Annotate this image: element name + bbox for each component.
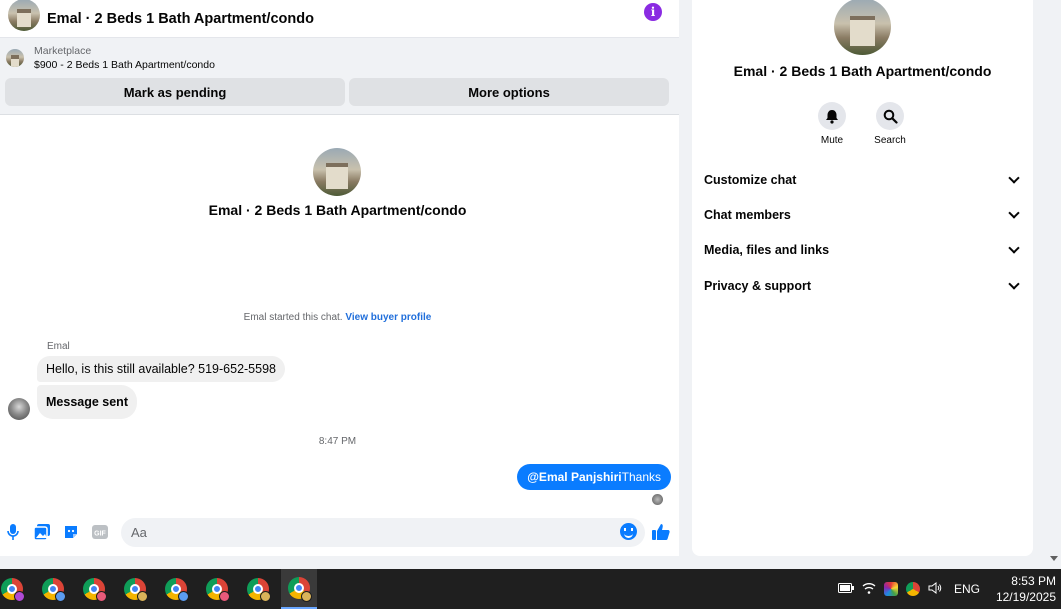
info-avatar[interactable] <box>834 0 891 55</box>
system-clock[interactable]: 8:53 PM 12/19/2025 <box>986 573 1056 605</box>
profile-badge <box>96 591 107 602</box>
system-tray: ENG <box>838 569 980 609</box>
listing-price-title[interactable]: $900 - 2 Beds 1 Bath Apartment/condo <box>34 58 215 72</box>
search-action[interactable]: Search <box>865 102 915 146</box>
outgoing-text: Thanks <box>621 470 661 484</box>
thread-avatar <box>313 148 361 196</box>
profile-badge <box>178 591 189 602</box>
thread-title: Emal · 2 Beds 1 Bath Apartment/condo <box>208 202 467 218</box>
scroll-down-arrow[interactable] <box>1050 556 1058 561</box>
chrome-tray-icon[interactable] <box>906 582 920 596</box>
chat-header: Emal · 2 Beds 1 Bath Apartment/condo i <box>0 0 679 38</box>
image-icon[interactable] <box>34 524 50 540</box>
wifi-icon[interactable] <box>862 582 876 597</box>
taskbar-chrome-app[interactable] <box>76 569 112 609</box>
microphone-icon[interactable] <box>5 524 21 540</box>
message-input[interactable]: Aa <box>121 518 645 547</box>
taskbar-chrome-app[interactable] <box>158 569 194 609</box>
chat-panel: Emal · 2 Beds 1 Bath Apartment/condo i M… <box>0 0 679 556</box>
chevron-down-icon[interactable] <box>1008 242 1020 254</box>
profile-badge <box>301 591 312 602</box>
gif-icon[interactable]: GIF <box>92 524 108 540</box>
chevron-down-icon[interactable] <box>1008 207 1020 219</box>
section-media-files-links[interactable]: Media, files and links <box>704 240 1022 260</box>
view-buyer-profile-link[interactable]: View buyer profile <box>345 312 431 323</box>
taskbar-chrome-app[interactable] <box>199 569 235 609</box>
marketplace-banner: Marketplace $900 - 2 Beds 1 Bath Apartme… <box>0 38 679 115</box>
svg-text:GIF: GIF <box>94 531 106 538</box>
section-label: Media, files and links <box>704 243 830 257</box>
clock-date: 12/19/2025 <box>995 590 1056 604</box>
thumbs-up-icon[interactable] <box>652 523 670 541</box>
section-privacy-support[interactable]: Privacy & support <box>704 276 1022 296</box>
sticker-icon[interactable] <box>63 524 79 540</box>
colorful-app-icon[interactable] <box>884 582 898 596</box>
marketplace-label: Marketplace <box>34 45 92 57</box>
started-text: Emal started this chat. <box>243 312 343 323</box>
message-composer: GIF Aa <box>0 515 679 549</box>
chevron-down-icon[interactable] <box>1008 172 1020 184</box>
search-label: Search <box>874 135 906 146</box>
seen-indicator-avatar <box>652 494 663 505</box>
profile-badge <box>260 591 271 602</box>
profile-badge <box>219 591 230 602</box>
section-customize-chat[interactable]: Customize chat <box>704 170 1022 190</box>
sender-avatar[interactable] <box>8 398 30 420</box>
mute-action[interactable]: Mute <box>807 102 857 146</box>
section-label: Customize chat <box>704 173 797 187</box>
chat-title[interactable]: Emal · 2 Beds 1 Bath Apartment/condo <box>47 11 314 27</box>
listing-thumbnail[interactable] <box>6 49 24 67</box>
language-indicator[interactable]: ENG <box>954 582 980 596</box>
more-options-button[interactable]: More options <box>349 78 669 106</box>
search-icon[interactable] <box>876 102 904 130</box>
chat-started-note: Emal started this chat. View buyer profi… <box>0 312 675 323</box>
bell-icon[interactable] <box>818 102 846 130</box>
info-icon[interactable]: i <box>644 3 662 21</box>
chevron-down-icon[interactable] <box>1008 278 1020 290</box>
sender-name: Emal <box>47 341 70 352</box>
section-label: Chat members <box>704 208 791 222</box>
taskbar-chrome-app[interactable] <box>0 569 30 609</box>
section-label: Privacy & support <box>704 279 811 293</box>
incoming-message[interactable]: Message sent <box>37 385 137 419</box>
taskbar-chrome-app-active[interactable] <box>281 569 317 609</box>
emoji-icon[interactable] <box>620 523 637 540</box>
message-timestamp: 8:47 PM <box>318 436 357 447</box>
taskbar-chrome-app[interactable] <box>35 569 71 609</box>
chat-info-panel: Emal · 2 Beds 1 Bath Apartment/condo Mut… <box>692 0 1033 556</box>
info-title: Emal · 2 Beds 1 Bath Apartment/condo <box>733 63 992 79</box>
taskbar-chrome-app[interactable] <box>240 569 276 609</box>
taskbar-chrome-app[interactable] <box>117 569 153 609</box>
incoming-message[interactable]: Hello, is this still available? 519-652-… <box>37 356 285 382</box>
clock-time: 8:53 PM <box>1011 574 1056 588</box>
taskbar: ENG 8:53 PM 12/19/2025 <box>0 569 1061 609</box>
mention[interactable]: @Emal Panjshiri <box>527 470 621 484</box>
profile-badge <box>14 591 25 602</box>
message-input-placeholder: Aa <box>131 525 147 540</box>
section-chat-members[interactable]: Chat members <box>704 205 1022 225</box>
profile-badge <box>137 591 148 602</box>
profile-badge <box>55 591 66 602</box>
outgoing-message[interactable]: @Emal Panjshiri Thanks <box>517 464 671 490</box>
mark-as-pending-button[interactable]: Mark as pending <box>5 78 345 106</box>
battery-icon[interactable] <box>838 582 854 596</box>
mute-label: Mute <box>820 135 844 146</box>
volume-icon[interactable] <box>928 581 942 597</box>
listing-avatar[interactable] <box>8 0 40 31</box>
